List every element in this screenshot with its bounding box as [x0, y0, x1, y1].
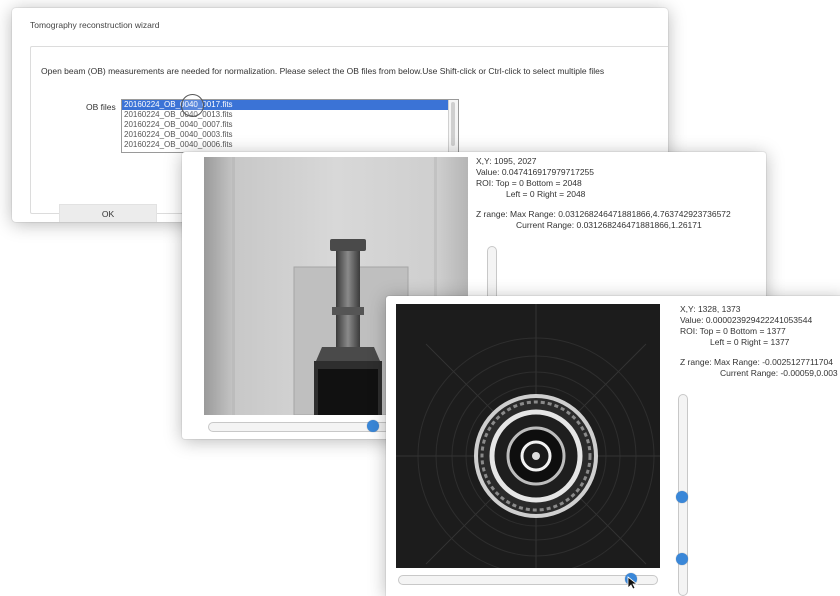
ob-file-item[interactable]: 20160224_OB_0040_0003.fits: [122, 130, 458, 140]
contrast-slider[interactable]: [676, 394, 688, 596]
ok-button[interactable]: OK: [59, 204, 157, 222]
slice-image[interactable]: [396, 304, 660, 568]
z-range-current: Current Range: 0.031268246471881866,1.26…: [516, 220, 702, 230]
click-cursor-icon: [181, 94, 204, 117]
ob-files-label: OB files: [86, 102, 116, 112]
roi-left-right: Left = 0 Right = 2048: [506, 189, 586, 199]
slice-slider[interactable]: [398, 573, 658, 585]
cursor-xy: X,Y: 1095, 2027: [476, 156, 537, 166]
slice-slider[interactable]: [208, 420, 390, 432]
listbox-scrollbar[interactable]: [448, 100, 458, 152]
z-range-current: Current Range: -0.00059,0.003: [720, 368, 838, 378]
slice-viewer-window: X,Y: 1328, 1373 Value: 0.000023929422241…: [386, 296, 840, 596]
slice-image-graphic: [396, 304, 660, 568]
pixel-value: Value: 0.047416917979717255: [476, 167, 595, 177]
roi-top-bottom: ROI: Top = 0 Bottom = 1377: [680, 326, 786, 336]
pixel-value: Value: 0.000023929422241053544: [680, 315, 813, 325]
roi-left-right: Left = 0 Right = 1377: [710, 337, 790, 347]
slice-slider-handle[interactable]: [367, 420, 379, 432]
ob-file-item[interactable]: 20160224_OB_0040_0007.fits: [122, 120, 458, 130]
contrast-max-handle[interactable]: [676, 491, 688, 503]
z-range-max: Z range: Max Range: -0.0025127711704: [680, 357, 833, 367]
mouse-pointer-icon: [627, 576, 639, 590]
cursor-xy: X,Y: 1328, 1373: [680, 304, 741, 314]
slice-info-panel: X,Y: 1328, 1373 Value: 0.000023929422241…: [680, 304, 838, 379]
scrollbar-thumb[interactable]: [451, 102, 455, 146]
contrast-min-handle[interactable]: [676, 553, 688, 565]
ob-files-listbox[interactable]: 20160224_OB_0040_0017.fits 20160224_OB_0…: [121, 99, 459, 153]
ob-file-item[interactable]: 20160224_OB_0040_0006.fits: [122, 140, 458, 150]
ob-file-item[interactable]: 20160224_OB_0040_0017.fits: [122, 100, 448, 110]
z-range-max: Z range: Max Range: 0.031268246471881866…: [476, 209, 731, 219]
roi-top-bottom: ROI: Top = 0 Bottom = 2048: [476, 178, 582, 188]
ob-file-item[interactable]: 20160224_OB_0040_0013.fits: [122, 110, 458, 120]
instructions-text: Open beam (OB) measurements are needed f…: [41, 66, 605, 76]
window-title: Tomography reconstruction wizard: [30, 20, 160, 30]
radiograph-info-panel: X,Y: 1095, 2027 Value: 0.047416917979717…: [476, 156, 731, 231]
